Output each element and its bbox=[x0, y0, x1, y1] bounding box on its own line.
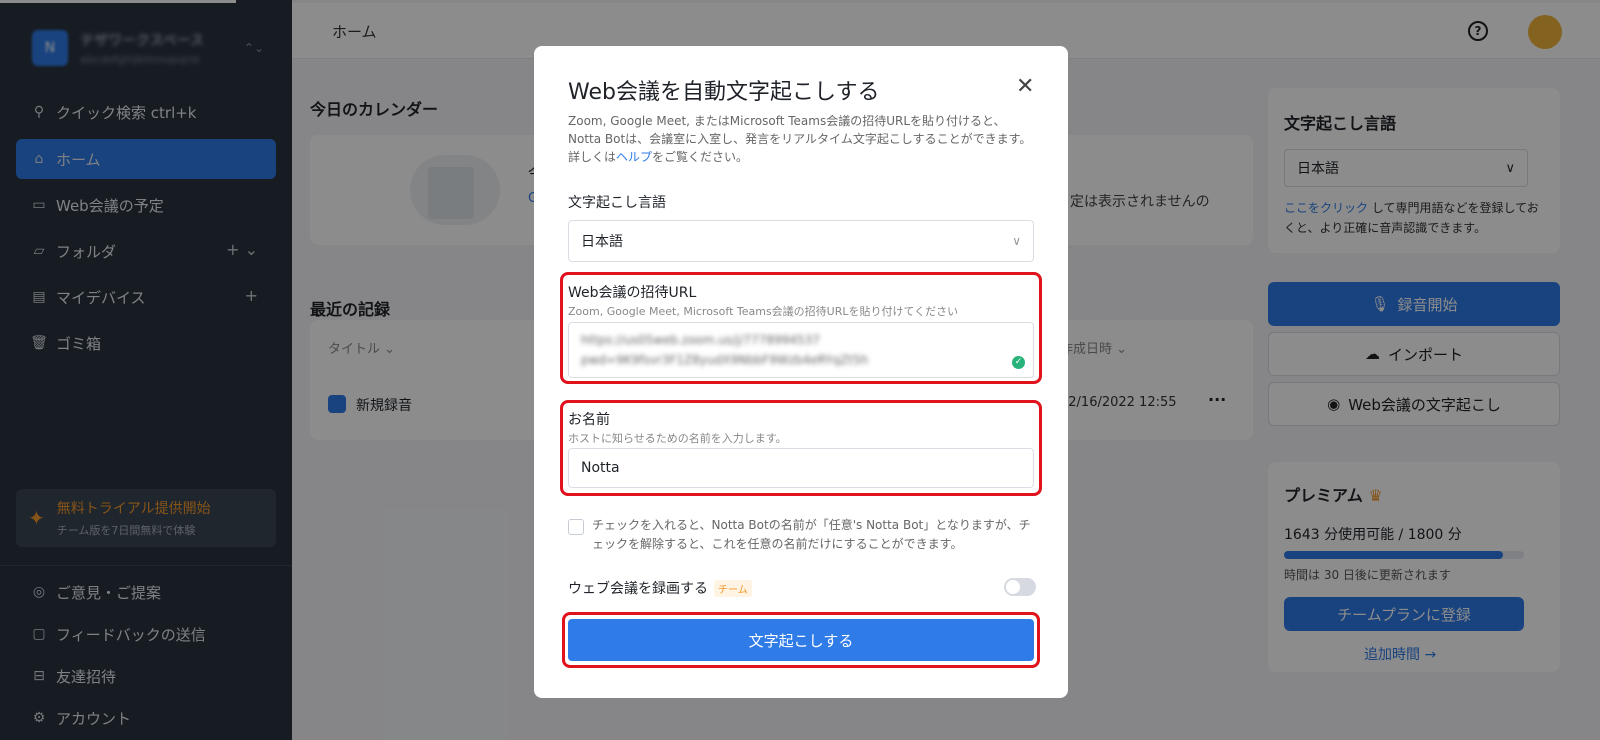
bot-name-option: チェックを入れると、Notta Botの名前が「任意's Notta Bot」と… bbox=[568, 516, 1038, 554]
url-label: Web会議の招待URL bbox=[568, 285, 697, 301]
url-line-2: pwd=9K9fsvr3F1Z8yudX9NbbF9Wzb4eRYqZt5h bbox=[581, 353, 869, 367]
name-value: Notta bbox=[581, 460, 620, 476]
url-hint: Zoom, Google Meet, Microsoft Teams会議の招待U… bbox=[568, 305, 959, 318]
bot-name-checkbox[interactable] bbox=[568, 519, 584, 535]
lang-select[interactable]: 日本語 ∨ bbox=[568, 220, 1034, 262]
url-input[interactable]: https://us05web.zoom.us/j/7778994537 pwd… bbox=[568, 322, 1034, 378]
name-input[interactable]: Notta bbox=[568, 448, 1034, 488]
record-label: ウェブ会議を録画する bbox=[568, 581, 708, 597]
checkbox-text: チェックを入れると、Notta Botの名前が「任意's Notta Bot」と… bbox=[592, 518, 1031, 551]
lang-value: 日本語 bbox=[581, 234, 623, 250]
name-hint: ホストに知らせるための名前を入力します。 bbox=[568, 432, 787, 445]
name-label: お名前 bbox=[568, 412, 610, 428]
transcribe-submit-button[interactable]: 文字起こしする bbox=[568, 619, 1034, 661]
check-circle-icon: ✓ bbox=[1012, 356, 1025, 369]
web-meeting-modal: Web会議を自動文字起こしする ✕ Zoom, Google Meet, または… bbox=[534, 46, 1068, 698]
url-line-1: https://us05web.zoom.us/j/7778994537 bbox=[581, 333, 820, 347]
lang-label: 文字起こし言語 bbox=[568, 195, 666, 211]
toggle-knob bbox=[1006, 580, 1020, 594]
modal-description: Zoom, Google Meet, またはMicrosoft Teams会議の… bbox=[568, 114, 1032, 164]
help-link[interactable]: ヘルプ bbox=[616, 150, 652, 164]
modal-title: Web会議を自動文字起こしする bbox=[568, 80, 880, 105]
chevron-down-icon: ∨ bbox=[1012, 234, 1021, 248]
record-toggle[interactable] bbox=[1004, 578, 1036, 596]
record-option: ウェブ会議を録画する チーム bbox=[568, 578, 752, 598]
team-badge: チーム bbox=[714, 579, 752, 597]
close-icon[interactable]: ✕ bbox=[1016, 74, 1034, 99]
